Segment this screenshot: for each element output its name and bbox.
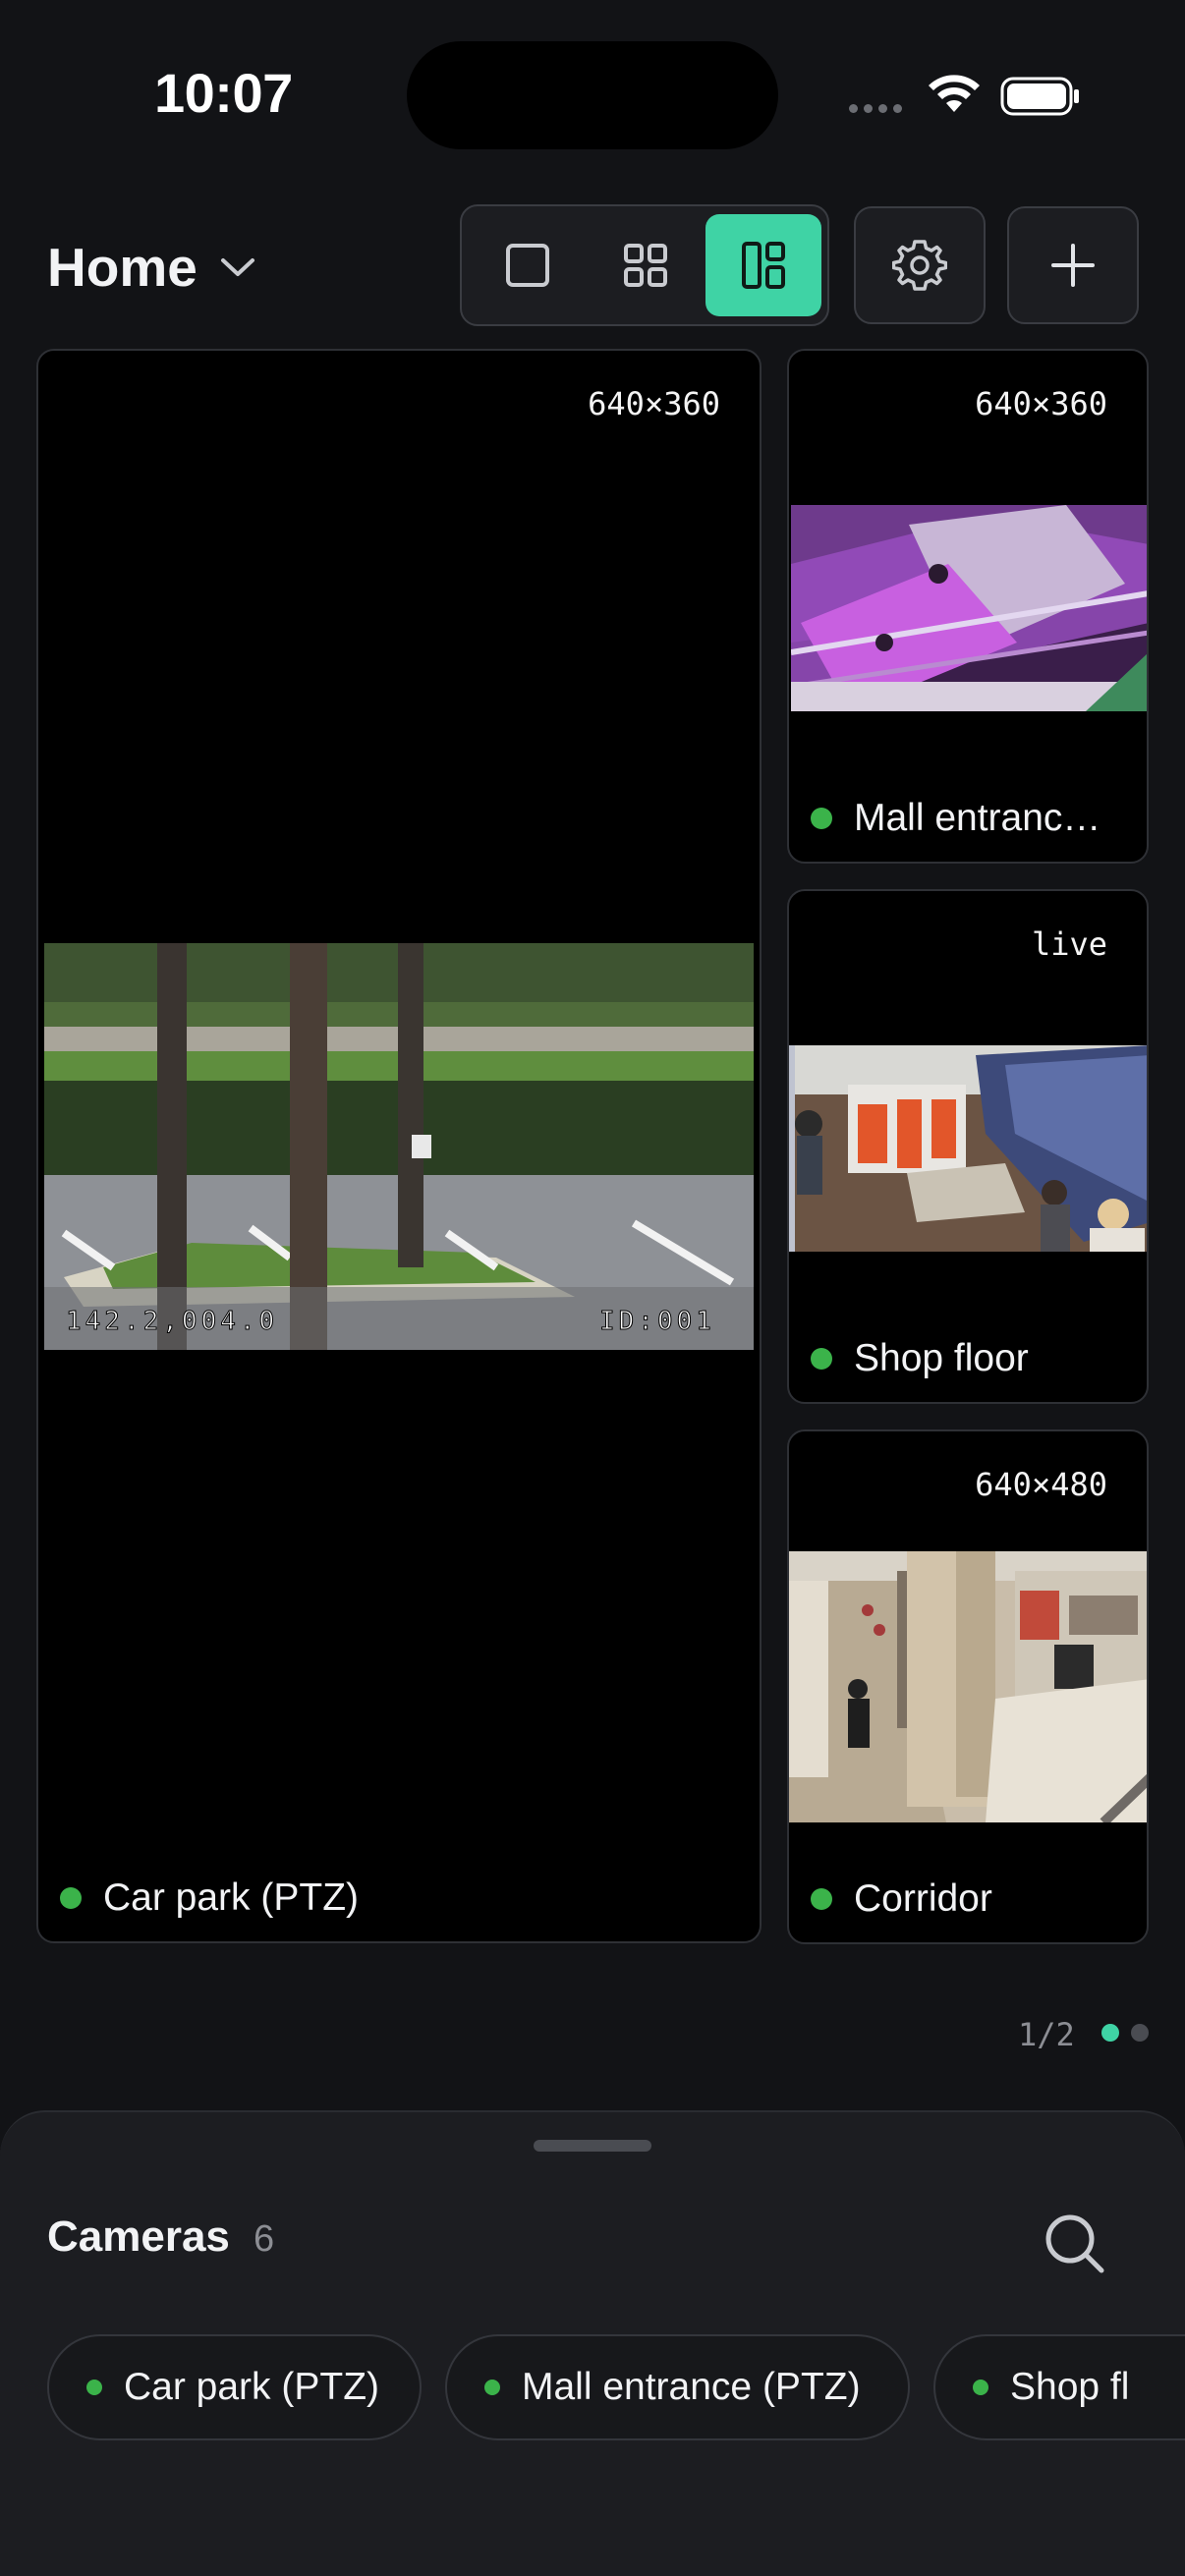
grid-view-icon (624, 244, 667, 287)
online-status-dot (811, 1888, 832, 1910)
online-status-dot (811, 1348, 832, 1370)
add-camera-button[interactable] (1007, 206, 1139, 324)
camera-tile-mall-entrance[interactable]: 640×360 Mall entranc… (787, 349, 1149, 864)
osd-camera-id: ID:001 (599, 1307, 715, 1336)
layout-toggle (460, 204, 829, 326)
status-time: 10:07 (154, 62, 293, 124)
layout-grid-button[interactable] (588, 214, 704, 316)
camera-label: Mall entranc… (811, 797, 1100, 840)
single-view-icon (506, 244, 549, 287)
online-status-dot (60, 1887, 82, 1909)
settings-button[interactable] (854, 206, 986, 324)
shop-floor-feed-image (789, 1045, 1147, 1252)
resolution-badge: 640×360 (975, 385, 1107, 422)
layout-focus-button[interactable] (705, 214, 821, 316)
layout-single-button[interactable] (470, 214, 586, 316)
page-indicator: 1/2 (1018, 2016, 1075, 2053)
cellular-signal-icon (849, 104, 902, 113)
camera-name: Corridor (854, 1877, 992, 1920)
cameras-title: Cameras (47, 2212, 230, 2261)
plus-icon (1051, 244, 1095, 287)
camera-tile-shop-floor[interactable]: live Shop floor (787, 889, 1149, 1404)
osd-coordinates: 142.2,004.0 (66, 1307, 278, 1336)
sheet-drag-handle[interactable] (534, 2140, 651, 2152)
mall-entrance-feed-image (791, 505, 1147, 711)
camera-tile-car-park[interactable]: 640×360 142.2,004.0 ID:001 Car park (PTZ… (36, 349, 762, 1943)
chip-label: Car park (PTZ) (124, 2366, 380, 2408)
online-status-dot (484, 2380, 500, 2395)
page-title: Home (47, 237, 198, 298)
camera-chip[interactable]: Mall entrance (PTZ) (445, 2334, 910, 2440)
resolution-badge: 640×480 (975, 1466, 1107, 1503)
online-status-dot (86, 2380, 102, 2395)
page-dot[interactable] (1131, 2024, 1149, 2042)
wifi-icon (929, 75, 980, 112)
resolution-badge: 640×360 (588, 385, 720, 422)
dynamic-island (407, 41, 778, 149)
gear-icon (892, 240, 947, 291)
camera-name: Car park (PTZ) (103, 1876, 360, 1919)
home-selector[interactable]: Home (47, 236, 256, 299)
corridor-feed-image (789, 1551, 1147, 1822)
camera-label: Corridor (811, 1877, 992, 1921)
cameras-count: 6 (254, 2218, 275, 2260)
camera-name: Mall entranc… (854, 797, 1101, 839)
chip-label: Mall entrance (PTZ) (522, 2366, 861, 2408)
focus-layout-icon (742, 242, 785, 289)
camera-chip[interactable]: Car park (PTZ) (47, 2334, 422, 2440)
camera-label: Car park (PTZ) (60, 1876, 359, 1920)
page-dot-active[interactable] (1101, 2024, 1119, 2042)
camera-tile-corridor[interactable]: 640×480 Corridor (787, 1429, 1149, 1944)
search-icon[interactable] (1040, 2209, 1108, 2277)
chevron-down-icon (220, 258, 254, 276)
camera-name: Shop floor (854, 1337, 1029, 1379)
chip-label: Shop fl (1010, 2366, 1130, 2408)
battery-icon (1000, 77, 1079, 116)
live-badge: live (1031, 925, 1107, 963)
car-park-feed-image: 142.2,004.0 ID:001 (44, 943, 754, 1350)
camera-chip[interactable]: Shop fl (933, 2334, 1185, 2440)
camera-label: Shop floor (811, 1337, 1029, 1380)
online-status-dot (811, 808, 832, 829)
online-status-dot (973, 2380, 988, 2395)
